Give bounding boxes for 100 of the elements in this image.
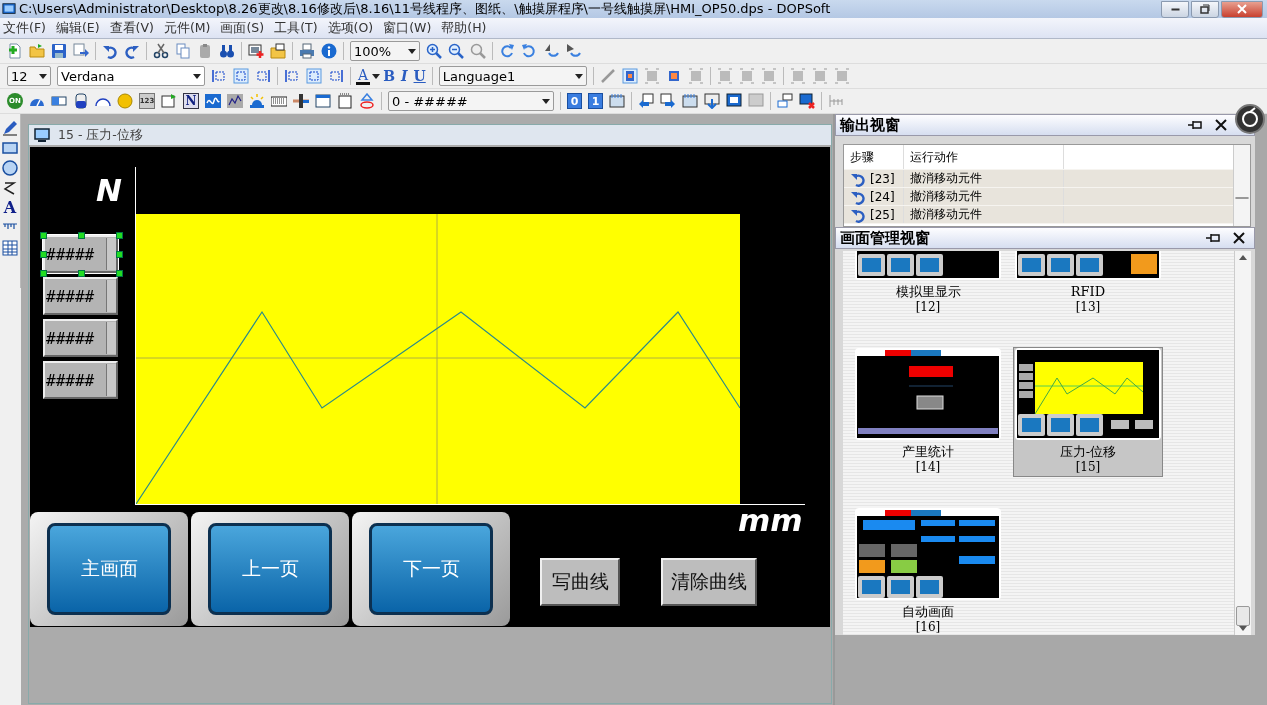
align-icon[interactable] [233, 68, 249, 84]
maximize-button[interactable] [1191, 0, 1219, 18]
scrollbar[interactable] [1234, 251, 1251, 635]
zoom-dropdown[interactable]: 100% [350, 41, 420, 61]
menu-item[interactable]: 帮助(H) [438, 19, 494, 37]
zero-button[interactable]: 0 [567, 93, 582, 109]
screen-name[interactable]: RFID [1070, 284, 1106, 300]
calendar-icon[interactable] [315, 93, 331, 109]
scrollbar[interactable] [1233, 145, 1250, 226]
flip-icon[interactable] [543, 43, 559, 59]
font-size-dropdown[interactable]: 12 [7, 66, 51, 86]
screen-card[interactable]: 压力-位移 [15] [1013, 347, 1163, 477]
menu-item[interactable]: 元件(M) [160, 19, 218, 37]
keyboard-icon[interactable] [271, 93, 287, 109]
tank-icon[interactable] [73, 93, 89, 109]
underline-button[interactable]: U [410, 68, 429, 84]
next-screen-icon[interactable] [660, 93, 676, 109]
menu-item[interactable]: 文件(F) [0, 19, 53, 37]
screen-card[interactable]: 模拟里显示 [12] [853, 251, 1003, 347]
font-dropdown[interactable]: Verdana [57, 66, 205, 86]
rotate-icon[interactable] [499, 43, 515, 59]
close-icon[interactable] [1213, 117, 1229, 133]
align-icon[interactable] [284, 68, 300, 84]
table-icon[interactable] [2, 240, 18, 256]
screen-thumbnail[interactable] [855, 508, 1001, 600]
binoculars-icon[interactable] [219, 43, 235, 59]
close-button[interactable] [1221, 0, 1263, 18]
one-button[interactable]: 1 [588, 93, 603, 109]
line-icon[interactable] [599, 68, 616, 84]
selection-handle[interactable] [40, 270, 47, 277]
numeric-field[interactable]: ##### [43, 319, 118, 357]
circle-icon[interactable] [2, 160, 18, 176]
screen-thumbnail[interactable] [855, 348, 1001, 440]
screen-card[interactable]: 产里统计 [14] [853, 347, 1003, 507]
align-icon[interactable] [306, 68, 322, 84]
new-screen-icon[interactable] [248, 43, 264, 59]
menu-item[interactable]: 选项(O) [324, 19, 381, 37]
folder-screen-icon[interactable] [270, 43, 286, 59]
selection-handle[interactable] [78, 270, 85, 277]
flip-icon[interactable] [565, 43, 581, 59]
screen-name[interactable]: 模拟里显示 [895, 284, 961, 300]
previous-screen-icon[interactable] [638, 93, 654, 109]
network-icon[interactable] [777, 93, 793, 109]
align-icon[interactable] [211, 68, 227, 84]
frame-icon[interactable] [621, 68, 638, 84]
italic-button[interactable]: I [397, 68, 411, 84]
selection-handle[interactable] [116, 232, 123, 239]
alarm-light-icon[interactable] [249, 93, 265, 109]
menu-item[interactable]: 窗口(W) [380, 19, 439, 37]
selection-handle[interactable] [116, 270, 123, 277]
menu-item[interactable]: 工具(T) [271, 19, 325, 37]
scroll-up-icon[interactable] [1239, 255, 1247, 260]
nav-button[interactable]: 上一页 [208, 523, 332, 615]
new-file-icon[interactable] [7, 43, 23, 59]
scissors-icon[interactable] [153, 43, 169, 59]
selector-icon[interactable] [359, 93, 375, 109]
font-color-button[interactable]: A [356, 67, 371, 85]
language-dropdown[interactable]: Language1 [438, 66, 587, 86]
screen-name[interactable]: 产里统计 [902, 444, 954, 460]
menu-item[interactable]: 查看(V) [106, 19, 161, 37]
paste-icon[interactable] [197, 43, 213, 59]
action-button[interactable]: 清除曲线 [661, 558, 757, 606]
screen-card[interactable]: RFID [13] [1013, 251, 1163, 347]
printer-icon[interactable] [299, 43, 315, 59]
screen-name[interactable]: 压力-位移 [1059, 444, 1117, 460]
trend-icon[interactable] [205, 93, 221, 109]
folder-icon[interactable] [29, 43, 45, 59]
numeric-field[interactable]: ##### [43, 361, 118, 399]
display-icon[interactable] [161, 93, 177, 109]
action-button[interactable]: 写曲线 [540, 558, 620, 606]
delete-screen-icon[interactable] [799, 93, 815, 109]
bar-icon[interactable] [51, 93, 67, 109]
note-icon[interactable] [337, 93, 353, 109]
nav-button[interactable]: 下一页 [369, 523, 493, 615]
numeric-field[interactable]: ##### [43, 235, 118, 273]
n-button[interactable]: N [183, 93, 199, 109]
info-icon[interactable] [321, 43, 337, 59]
selection-handle[interactable] [116, 251, 123, 258]
screen-icon[interactable] [704, 93, 720, 109]
nav-button[interactable]: 主画面 [47, 523, 171, 615]
align-icon[interactable] [255, 68, 271, 84]
zoom-icon[interactable] [470, 43, 486, 59]
screen-thumbnail[interactable] [1015, 348, 1161, 440]
floating-ball-icon[interactable] [1235, 104, 1265, 134]
polyline-icon[interactable] [2, 180, 18, 196]
redo-icon[interactable] [124, 43, 140, 59]
lamp-icon[interactable] [117, 93, 133, 109]
screen-name[interactable]: 自动画面 [902, 604, 954, 620]
format-dropdown[interactable]: 0 - ##### [388, 91, 554, 111]
rotate-icon[interactable] [521, 43, 537, 59]
align-icon[interactable] [328, 68, 344, 84]
undo-icon[interactable] [102, 43, 118, 59]
close-icon[interactable] [1231, 230, 1247, 246]
save-icon[interactable] [51, 43, 67, 59]
scroll-thumb[interactable] [1235, 197, 1249, 199]
menu-item[interactable]: 画面(S) [217, 19, 272, 37]
zoom-in-icon[interactable] [426, 43, 442, 59]
bold-button[interactable]: B [380, 68, 398, 84]
text-tool[interactable]: A [3, 200, 17, 216]
export-icon[interactable] [73, 43, 89, 59]
